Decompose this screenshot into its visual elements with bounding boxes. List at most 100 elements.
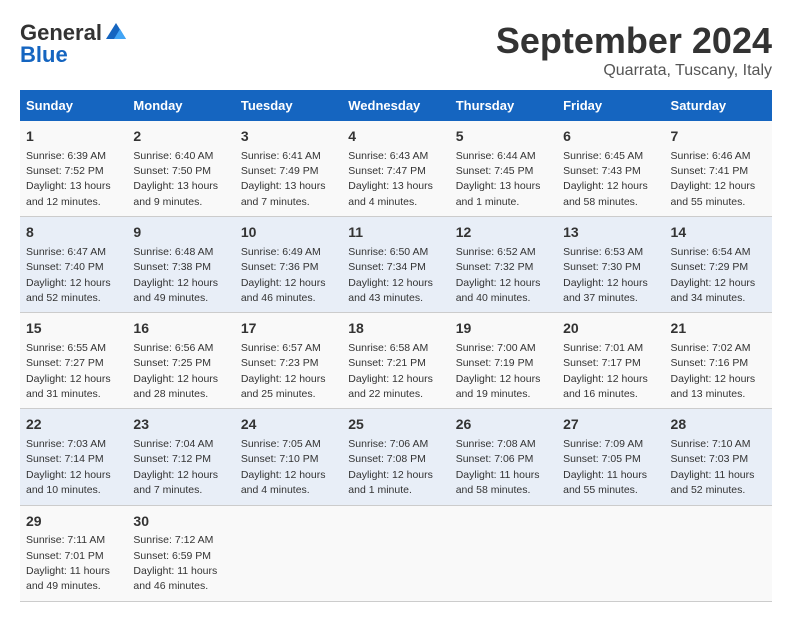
- location-text: Quarrata, Tuscany, Italy: [496, 62, 772, 80]
- day-info: Sunrise: 7:06 AMSunset: 7:08 PMDaylight:…: [348, 438, 433, 496]
- calendar-table: SundayMondayTuesdayWednesdayThursdayFrid…: [20, 90, 772, 602]
- day-info: Sunrise: 6:40 AMSunset: 7:50 PMDaylight:…: [133, 150, 218, 208]
- day-info: Sunrise: 7:03 AMSunset: 7:14 PMDaylight:…: [26, 438, 111, 496]
- day-cell: [235, 505, 342, 601]
- col-header-tuesday: Tuesday: [235, 90, 342, 121]
- day-cell: 6 Sunrise: 6:45 AMSunset: 7:43 PMDaylight…: [557, 121, 664, 217]
- calendar-header-row: SundayMondayTuesdayWednesdayThursdayFrid…: [20, 90, 772, 121]
- day-info: Sunrise: 6:57 AMSunset: 7:23 PMDaylight:…: [241, 342, 326, 400]
- day-number: 9: [133, 223, 228, 243]
- day-info: Sunrise: 7:10 AMSunset: 7:03 PMDaylight:…: [671, 438, 755, 496]
- day-cell: 29Sunrise: 7:11 AMSunset: 7:01 PMDayligh…: [20, 505, 127, 601]
- day-number: 10: [241, 223, 336, 243]
- col-header-thursday: Thursday: [450, 90, 557, 121]
- col-header-sunday: Sunday: [20, 90, 127, 121]
- day-cell: 30Sunrise: 7:12 AMSunset: 6:59 PMDayligh…: [127, 505, 234, 601]
- page-header: General Blue September 2024 Quarrata, Tu…: [20, 20, 772, 80]
- col-header-saturday: Saturday: [665, 90, 772, 121]
- day-info: Sunrise: 7:04 AMSunset: 7:12 PMDaylight:…: [133, 438, 218, 496]
- day-info: Sunrise: 7:09 AMSunset: 7:05 PMDaylight:…: [563, 438, 647, 496]
- title-section: September 2024 Quarrata, Tuscany, Italy: [496, 20, 772, 80]
- day-number: 16: [133, 319, 228, 339]
- day-cell: 2 Sunrise: 6:40 AMSunset: 7:50 PMDaylight…: [127, 121, 234, 217]
- day-cell: 5Sunrise: 6:44 AMSunset: 7:45 PMDaylight…: [450, 121, 557, 217]
- logo-icon: [104, 21, 128, 45]
- day-cell: 24Sunrise: 7:05 AMSunset: 7:10 PMDayligh…: [235, 409, 342, 505]
- day-info: Sunrise: 6:53 AMSunset: 7:30 PMDaylight:…: [563, 246, 648, 304]
- day-info: Sunrise: 7:11 AMSunset: 7:01 PMDaylight:…: [26, 534, 110, 592]
- day-cell: [342, 505, 449, 601]
- day-cell: 28 Sunrise: 7:10 AMSunset: 7:03 PMDayligh…: [665, 409, 772, 505]
- day-number: 2: [133, 127, 228, 147]
- day-number: 17: [241, 319, 336, 339]
- day-info: Sunrise: 6:47 AMSunset: 7:40 PMDaylight:…: [26, 246, 111, 304]
- day-info: Sunrise: 6:44 AMSunset: 7:45 PMDaylight:…: [456, 150, 541, 208]
- day-cell: 21 Sunrise: 7:02 AMSunset: 7:16 PMDayligh…: [665, 313, 772, 409]
- day-number: 22: [26, 415, 121, 435]
- col-header-friday: Friday: [557, 90, 664, 121]
- day-cell: 17 Sunrise: 6:57 AMSunset: 7:23 PMDayligh…: [235, 313, 342, 409]
- day-cell: [450, 505, 557, 601]
- day-cell: 13 Sunrise: 6:53 AMSunset: 7:30 PMDayligh…: [557, 217, 664, 313]
- day-info: Sunrise: 6:50 AMSunset: 7:34 PMDaylight:…: [348, 246, 433, 304]
- day-cell: 15 Sunrise: 6:55 AMSunset: 7:27 PMDayligh…: [20, 313, 127, 409]
- day-cell: 3 Sunrise: 6:41 AMSunset: 7:49 PMDaylight…: [235, 121, 342, 217]
- day-info: Sunrise: 6:48 AMSunset: 7:38 PMDaylight:…: [133, 246, 218, 304]
- col-header-monday: Monday: [127, 90, 234, 121]
- day-info: Sunrise: 6:58 AMSunset: 7:21 PMDaylight:…: [348, 342, 433, 400]
- day-cell: 14 Sunrise: 6:54 AMSunset: 7:29 PMDayligh…: [665, 217, 772, 313]
- week-row-2: 8Sunrise: 6:47 AMSunset: 7:40 PMDaylight…: [20, 217, 772, 313]
- day-info: Sunrise: 6:55 AMSunset: 7:27 PMDaylight:…: [26, 342, 111, 400]
- day-info: Sunrise: 6:43 AMSunset: 7:47 PMDaylight:…: [348, 150, 433, 208]
- day-number: 7: [671, 127, 766, 147]
- col-header-wednesday: Wednesday: [342, 90, 449, 121]
- day-number: 20: [563, 319, 658, 339]
- day-cell: 26 Sunrise: 7:08 AMSunset: 7:06 PMDayligh…: [450, 409, 557, 505]
- logo-blue-text: Blue: [20, 42, 68, 68]
- day-info: Sunrise: 6:49 AMSunset: 7:36 PMDaylight:…: [241, 246, 326, 304]
- day-info: Sunrise: 6:39 AMSunset: 7:52 PMDaylight:…: [26, 150, 111, 208]
- day-info: Sunrise: 6:52 AMSunset: 7:32 PMDaylight:…: [456, 246, 541, 304]
- day-cell: 19 Sunrise: 7:00 AMSunset: 7:19 PMDayligh…: [450, 313, 557, 409]
- day-cell: 25 Sunrise: 7:06 AMSunset: 7:08 PMDayligh…: [342, 409, 449, 505]
- week-row-3: 15 Sunrise: 6:55 AMSunset: 7:27 PMDayligh…: [20, 313, 772, 409]
- day-number: 18: [348, 319, 443, 339]
- day-number: 30: [133, 512, 228, 532]
- day-info: Sunrise: 7:08 AMSunset: 7:06 PMDaylight:…: [456, 438, 540, 496]
- day-number: 4: [348, 127, 443, 147]
- day-info: Sunrise: 6:54 AMSunset: 7:29 PMDaylight:…: [671, 246, 756, 304]
- day-number: 19: [456, 319, 551, 339]
- day-info: Sunrise: 6:45 AMSunset: 7:43 PMDaylight:…: [563, 150, 648, 208]
- day-number: 25: [348, 415, 443, 435]
- week-row-5: 29Sunrise: 7:11 AMSunset: 7:01 PMDayligh…: [20, 505, 772, 601]
- day-number: 13: [563, 223, 658, 243]
- day-cell: 8Sunrise: 6:47 AMSunset: 7:40 PMDaylight…: [20, 217, 127, 313]
- day-info: Sunrise: 6:56 AMSunset: 7:25 PMDaylight:…: [133, 342, 218, 400]
- day-cell: 22 Sunrise: 7:03 AMSunset: 7:14 PMDayligh…: [20, 409, 127, 505]
- day-number: 21: [671, 319, 766, 339]
- day-cell: [665, 505, 772, 601]
- day-cell: 10 Sunrise: 6:49 AMSunset: 7:36 PMDayligh…: [235, 217, 342, 313]
- day-cell: 1Sunrise: 6:39 AMSunset: 7:52 PMDaylight…: [20, 121, 127, 217]
- day-info: Sunrise: 6:41 AMSunset: 7:49 PMDaylight:…: [241, 150, 326, 208]
- day-number: 15: [26, 319, 121, 339]
- day-number: 12: [456, 223, 551, 243]
- day-cell: 9 Sunrise: 6:48 AMSunset: 7:38 PMDaylight…: [127, 217, 234, 313]
- day-number: 3: [241, 127, 336, 147]
- day-info: Sunrise: 7:02 AMSunset: 7:16 PMDaylight:…: [671, 342, 756, 400]
- day-number: 26: [456, 415, 551, 435]
- day-number: 6: [563, 127, 658, 147]
- day-cell: 20 Sunrise: 7:01 AMSunset: 7:17 PMDayligh…: [557, 313, 664, 409]
- day-info: Sunrise: 7:00 AMSunset: 7:19 PMDaylight:…: [456, 342, 541, 400]
- day-number: 24: [241, 415, 336, 435]
- day-cell: 18 Sunrise: 6:58 AMSunset: 7:21 PMDayligh…: [342, 313, 449, 409]
- day-cell: 27 Sunrise: 7:09 AMSunset: 7:05 PMDayligh…: [557, 409, 664, 505]
- day-number: 27: [563, 415, 658, 435]
- day-number: 28: [671, 415, 766, 435]
- day-number: 23: [133, 415, 228, 435]
- day-cell: 12 Sunrise: 6:52 AMSunset: 7:32 PMDayligh…: [450, 217, 557, 313]
- day-number: 14: [671, 223, 766, 243]
- day-cell: 16 Sunrise: 6:56 AMSunset: 7:25 PMDayligh…: [127, 313, 234, 409]
- month-title: September 2024: [496, 20, 772, 62]
- day-info: Sunrise: 7:01 AMSunset: 7:17 PMDaylight:…: [563, 342, 648, 400]
